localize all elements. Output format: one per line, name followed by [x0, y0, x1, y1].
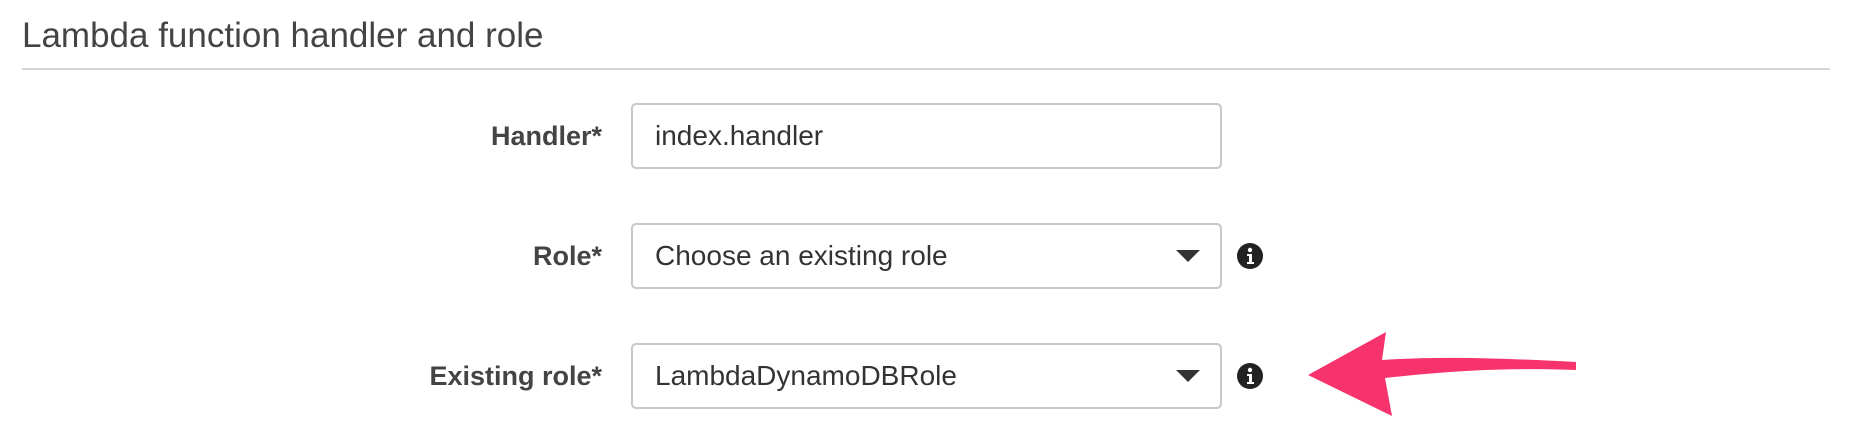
- existing-role-select[interactable]: LambdaDynamoDBRole: [631, 343, 1222, 409]
- existing-role-select-value: LambdaDynamoDBRole: [655, 360, 957, 391]
- caret-down-icon: [1176, 370, 1200, 382]
- handler-input-value: index.handler: [655, 120, 824, 151]
- caret-down-icon: [1176, 250, 1200, 262]
- info-circle-icon[interactable]: [1237, 363, 1263, 389]
- existing-role-label: Existing role*: [429, 361, 602, 391]
- handler-input[interactable]: index.handler: [631, 103, 1222, 169]
- info-circle-icon[interactable]: [1237, 243, 1263, 269]
- role-label: Role*: [532, 241, 602, 271]
- section-title: Lambda function handler and role: [22, 16, 544, 55]
- role-select-value: Choose an existing role: [655, 240, 948, 271]
- pointer-arrow-icon: [1308, 332, 1576, 416]
- handler-row: Handler* index.handler: [0, 103, 1854, 169]
- handler-label: Handler*: [490, 121, 602, 151]
- role-select[interactable]: Choose an existing role: [631, 223, 1222, 289]
- section-divider: [22, 68, 1830, 70]
- role-row: Role* Choose an existing role: [0, 223, 1854, 289]
